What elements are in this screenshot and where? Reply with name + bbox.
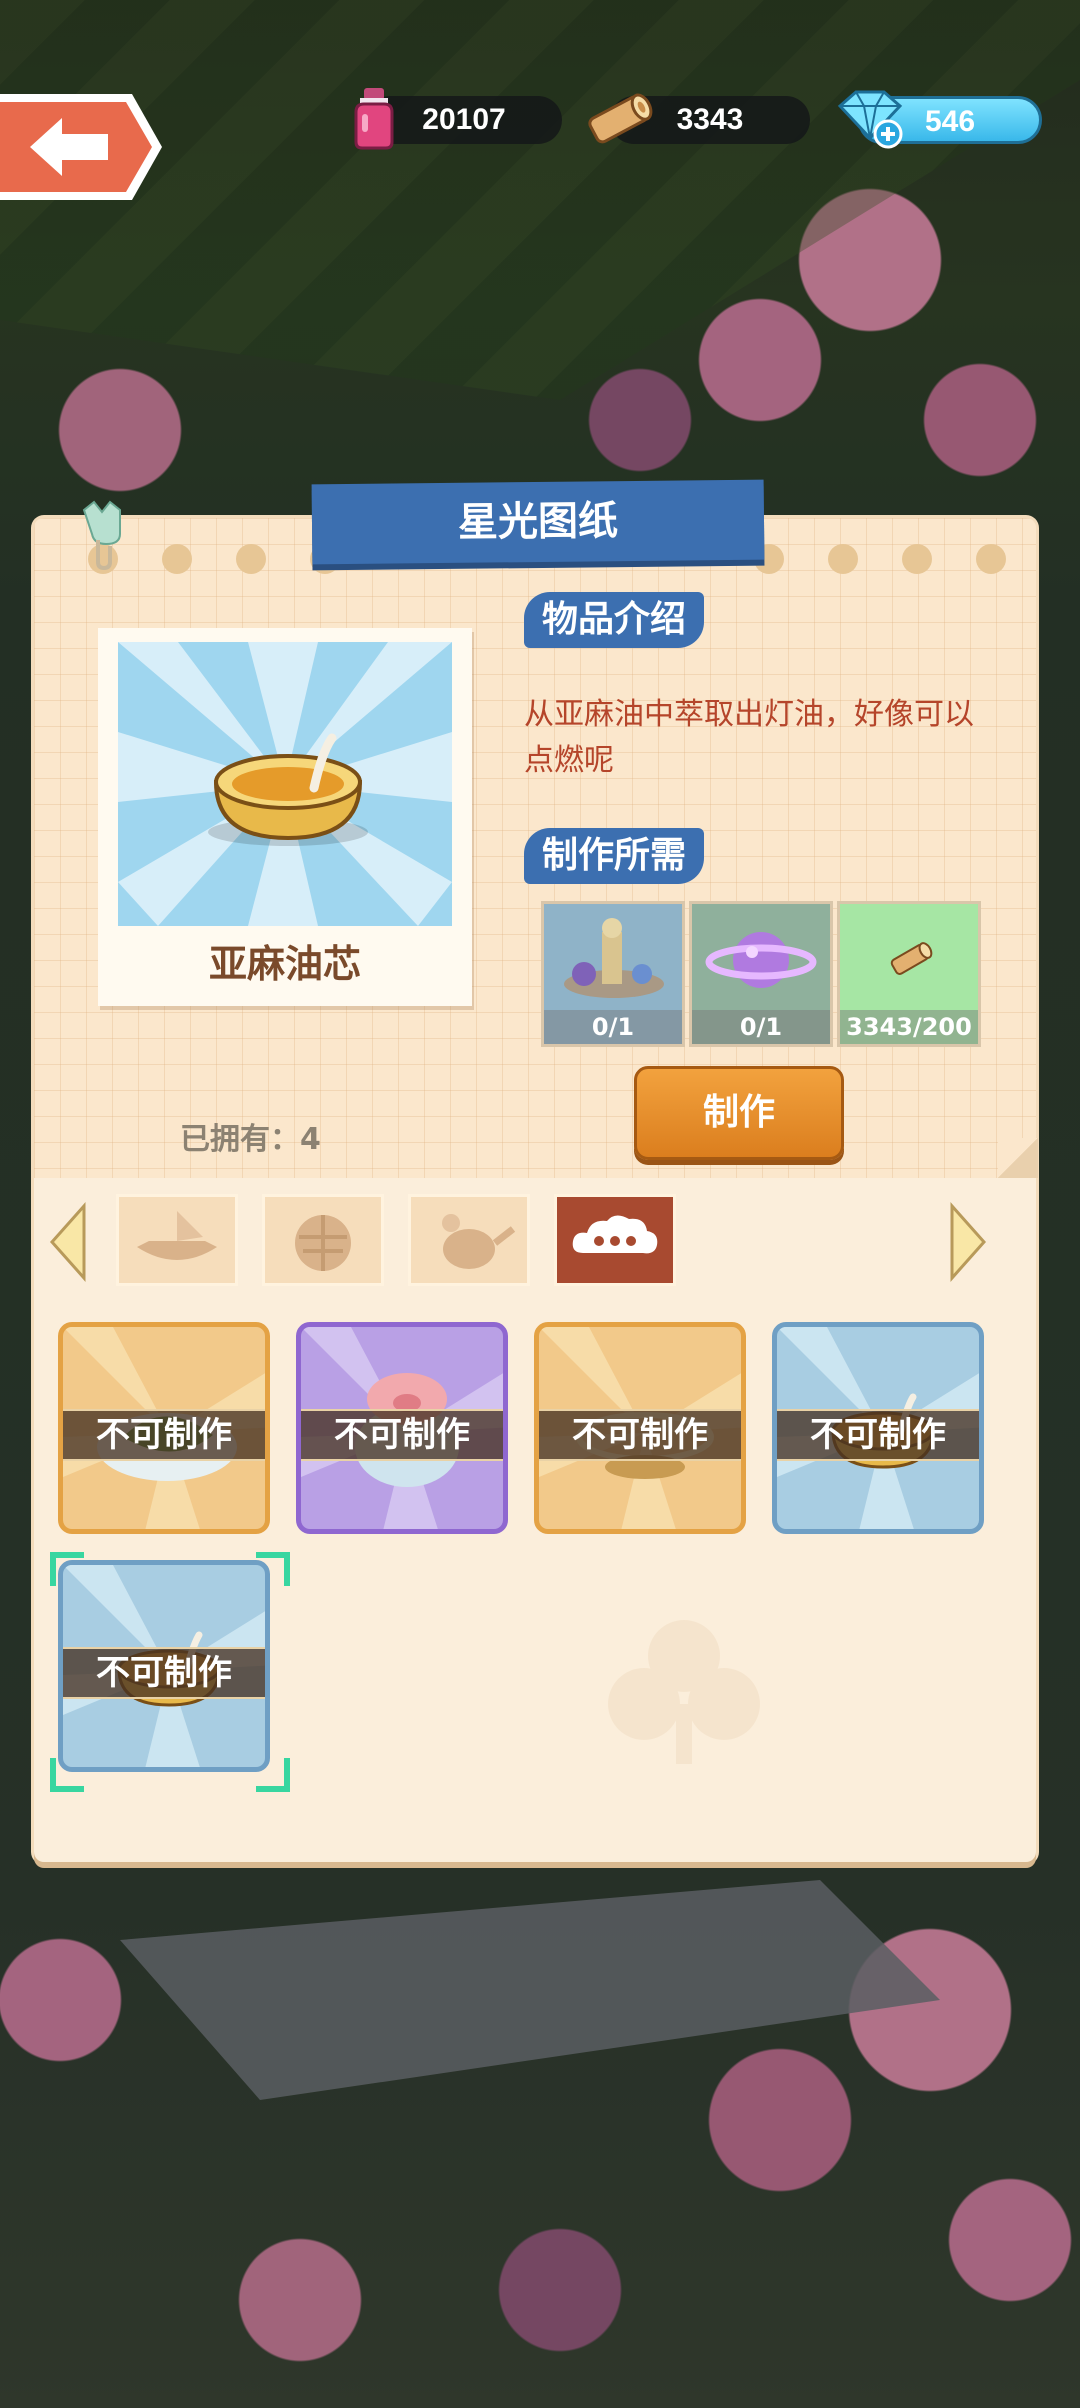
requirement-count: 3343/200 [840,1010,978,1044]
potion-icon [350,88,398,154]
tab-boat[interactable] [116,1194,238,1286]
panel-title: 星光图纸 [311,479,765,565]
back-button[interactable] [0,88,166,206]
not-craftable-label: 不可制作 [539,1409,741,1461]
chevron-right-icon [950,1202,987,1282]
grid-item-selected[interactable]: 不可制作 [58,1560,270,1772]
oil-lamp-icon [118,642,452,926]
page-fold [998,1138,1038,1178]
selection-corner [256,1758,290,1792]
not-craftable-label: 不可制作 [63,1647,265,1699]
potion-count: 20107 [422,103,506,136]
grid-item[interactable]: 不可制作 [534,1322,746,1534]
owned-count: 已拥有：4 [180,1122,321,1157]
basket-icon [295,1215,351,1271]
requirement-slot[interactable]: 0/1 [692,904,830,1044]
item-name: 亚麻油芯 [208,942,361,986]
selection-corner [256,1552,290,1586]
selection-corner [50,1758,84,1792]
club-watermark-icon [608,1620,760,1764]
item-detail-section: 亚麻油芯 物品介绍 从亚麻油中萃取出灯油，好像可以点燃呢 制作所需 0/1 0/… [34,518,1038,1178]
item-description: 从亚麻油中萃取出灯油，好像可以点燃呢 [524,697,974,778]
grid-item[interactable]: 不可制作 [58,1322,270,1534]
requirements-label: 制作所需 [524,828,705,884]
wood-count: 3343 [676,103,744,136]
item-preview-card: 亚麻油芯 [98,628,472,1006]
selection-corner [50,1552,84,1586]
tab-basket[interactable] [262,1194,384,1286]
gem-icon [834,88,906,154]
boat-icon [137,1211,217,1260]
tab-more[interactable] [554,1194,676,1286]
not-craftable-label: 不可制作 [777,1409,979,1461]
teapot-icon [442,1214,516,1269]
grid-item[interactable]: 不可制作 [296,1322,508,1534]
requirement-slot[interactable]: 3343/200 [840,904,978,1044]
requirement-count: 0/1 [544,1010,682,1044]
intro-label: 物品介绍 [524,592,705,648]
fountain-decor-icon [564,918,664,998]
wood-icon [584,86,654,154]
requirement-slot[interactable]: 0/1 [544,904,682,1044]
not-craftable-label: 不可制作 [63,1409,265,1461]
planet-decor-icon [705,932,817,988]
tab-teapot[interactable] [408,1194,530,1286]
tab-next-button[interactable] [948,1202,988,1282]
paper-clip-icon [76,500,132,571]
requirement-count: 0/1 [692,1010,830,1044]
gem-count: 546 [924,105,976,138]
more-icon [572,1215,658,1254]
item-art [118,642,452,926]
tab-prev-button[interactable] [48,1202,88,1282]
back-arrow-icon [0,94,162,200]
make-button[interactable]: 制作 [634,1066,844,1160]
wood-icon [890,942,933,975]
grid-item[interactable]: 不可制作 [772,1322,984,1534]
blueprint-panel: 亚麻油芯 物品介绍 从亚麻油中萃取出灯油，好像可以点燃呢 制作所需 0/1 0/… [34,518,1038,1862]
not-craftable-label: 不可制作 [301,1409,503,1461]
chevron-left-icon [49,1202,86,1282]
